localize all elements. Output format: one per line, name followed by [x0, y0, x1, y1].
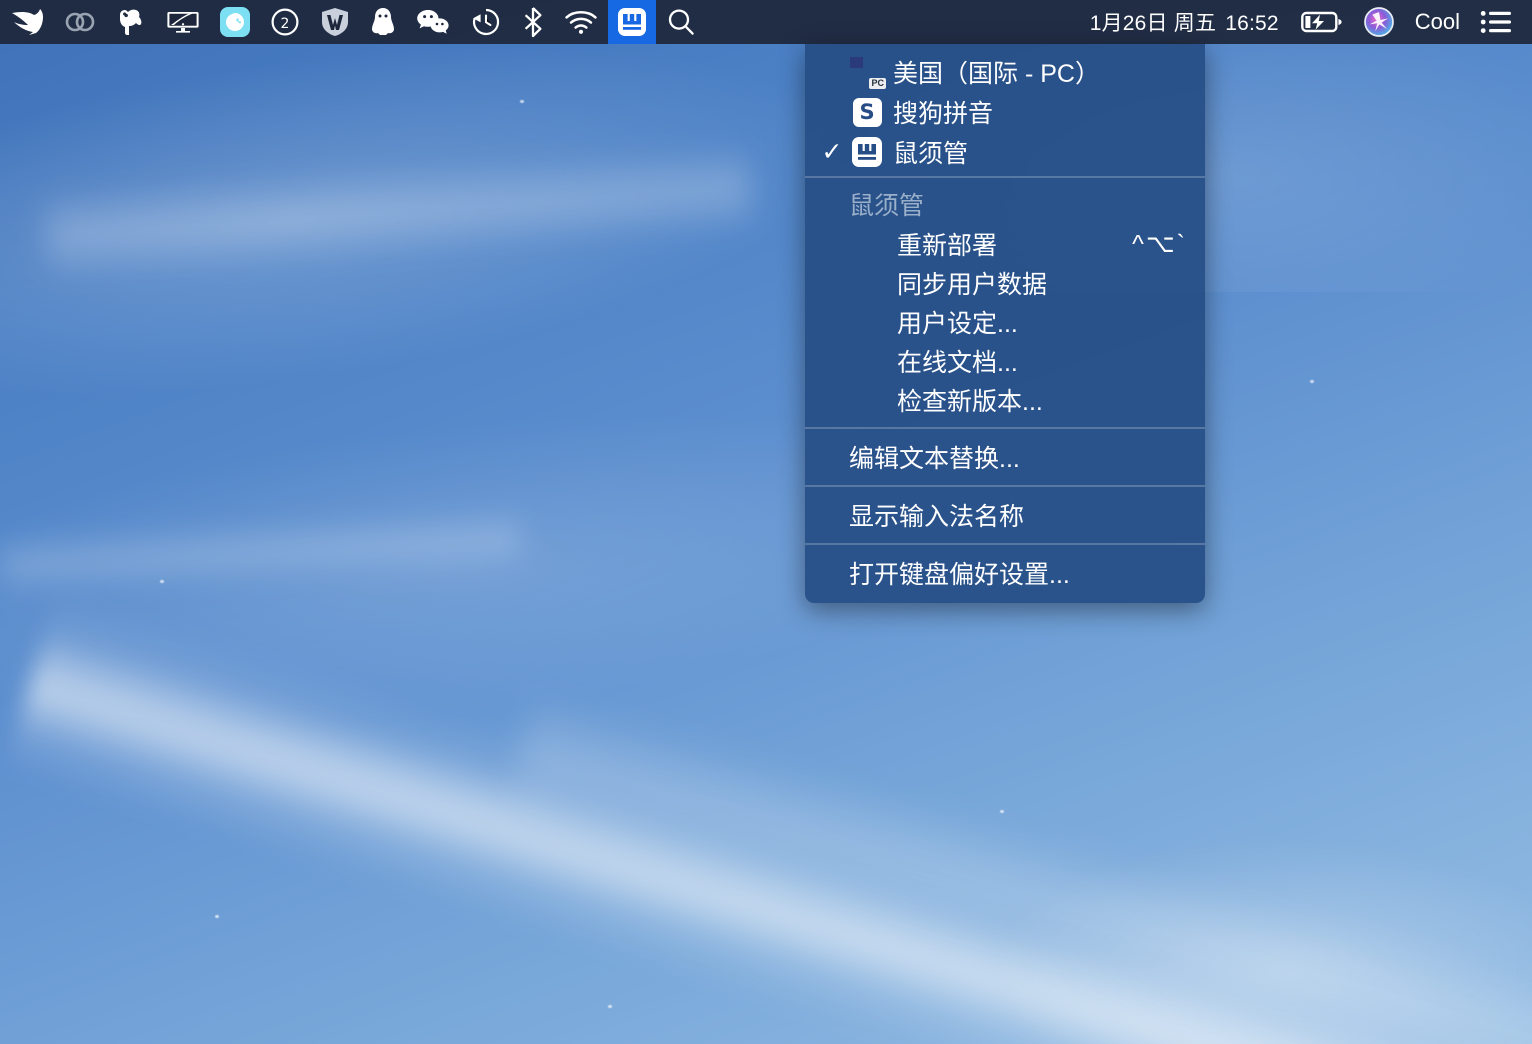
control-center-icon[interactable] — [1470, 0, 1532, 44]
us-flag-pc-icon: PC — [847, 57, 887, 89]
menu-item-label: 鼠须管 — [893, 140, 969, 168]
display-monitor-icon[interactable] — [156, 0, 210, 44]
menu-item-open-keyboard-preferences[interactable]: 打开键盘偏好设置... — [805, 549, 1205, 597]
w-shield-icon[interactable] — [310, 0, 360, 44]
menu-bar-right-zone: 1月26日 周五 16:52 Cool — [1078, 0, 1532, 44]
qq-penguin-icon[interactable] — [360, 0, 406, 44]
menu-separator — [805, 485, 1205, 487]
menu-bar-status-icons: 2 — [0, 0, 706, 44]
menu-separator — [805, 176, 1205, 178]
menu-item-label: 显示输入法名称 — [849, 503, 1025, 531]
menu-item-input-source-rime[interactable]: ✓ 鼠须管 — [805, 132, 1205, 172]
menu-item-label: 用户设定... — [897, 309, 1018, 338]
menu-separator — [805, 543, 1205, 545]
spotlight-search-icon[interactable] — [656, 0, 706, 44]
speck — [608, 1005, 612, 1008]
adobe-creative-cloud-icon[interactable] — [54, 0, 106, 44]
wechat-icon[interactable] — [406, 0, 460, 44]
battery-charging-icon[interactable] — [1291, 0, 1353, 44]
menu-separator — [805, 427, 1205, 429]
menu-item-input-source-sogou[interactable]: S 搜狗拼音 — [805, 92, 1205, 132]
speck — [215, 915, 219, 918]
cyan-app-icon[interactable] — [210, 0, 260, 44]
circled-z-icon[interactable]: 2 — [260, 0, 310, 44]
speck — [1310, 380, 1314, 383]
svg-text:2: 2 — [281, 16, 290, 32]
desktop-wallpaper — [0, 0, 1532, 1044]
clock-time: 16:52 — [1225, 12, 1279, 35]
time-machine-icon[interactable] — [460, 0, 512, 44]
menu-item-edit-text-replacement[interactable]: 编辑文本替换... — [805, 433, 1205, 481]
rime-squirrel-icon — [847, 137, 887, 167]
menu-item-check-update[interactable]: 检查新版本... — [805, 380, 1205, 419]
menu-item-input-source-us[interactable]: PC 美国（国际 - PC） — [805, 52, 1205, 92]
menu-item-redeploy[interactable]: 重新部署 ^⌥` — [805, 224, 1205, 263]
user-name[interactable]: Cool — [1405, 9, 1470, 35]
menu-item-label: 在线文档... — [897, 348, 1018, 377]
speck — [1000, 810, 1004, 813]
menu-bar: 2 1月26日 周五 16:52 Cool — [0, 0, 1532, 44]
menu-item-label: 搜狗拼音 — [893, 100, 994, 128]
menu-item-label: 美国（国际 - PC） — [893, 60, 1100, 88]
evernote-elephant-icon[interactable] — [106, 0, 156, 44]
speck — [520, 100, 524, 103]
clock-date: 1月26日 周五 — [1089, 12, 1217, 35]
wifi-icon[interactable] — [554, 0, 608, 44]
input-method-dropdown-menu: PC 美国（国际 - PC） S 搜狗拼音 ✓ 鼠须管 鼠须管 重新部署 ^⌥` — [805, 44, 1205, 603]
menu-item-shortcut: ^⌥` — [1132, 229, 1187, 258]
menu-bar-clock[interactable]: 1月26日 周五 16:52 — [1078, 7, 1291, 37]
siri-icon[interactable] — [1353, 0, 1405, 44]
menu-item-online-docs[interactable]: 在线文档... — [805, 341, 1205, 380]
menu-item-label: 同步用户数据 — [897, 270, 1048, 299]
menu-section-title: 鼠须管 — [849, 192, 925, 220]
speck — [160, 580, 164, 583]
menu-item-sync-user-data[interactable]: 同步用户数据 — [805, 263, 1205, 302]
input-method-icon[interactable] — [608, 0, 656, 44]
sogou-pinyin-icon: S — [847, 97, 887, 127]
menu-item-show-input-method-name[interactable]: 显示输入法名称 — [805, 491, 1205, 539]
menu-item-label: 重新部署 — [897, 231, 998, 260]
bird-icon[interactable] — [0, 0, 54, 44]
menu-item-label: 编辑文本替换... — [849, 445, 1020, 473]
cloud-haze — [980, 835, 1532, 1044]
menu-item-label: 检查新版本... — [897, 387, 1043, 416]
menu-item-user-settings[interactable]: 用户设定... — [805, 302, 1205, 341]
checkmark-icon: ✓ — [821, 137, 843, 166]
menu-item-label: 打开键盘偏好设置... — [849, 561, 1070, 589]
bluetooth-icon[interactable] — [512, 0, 554, 44]
